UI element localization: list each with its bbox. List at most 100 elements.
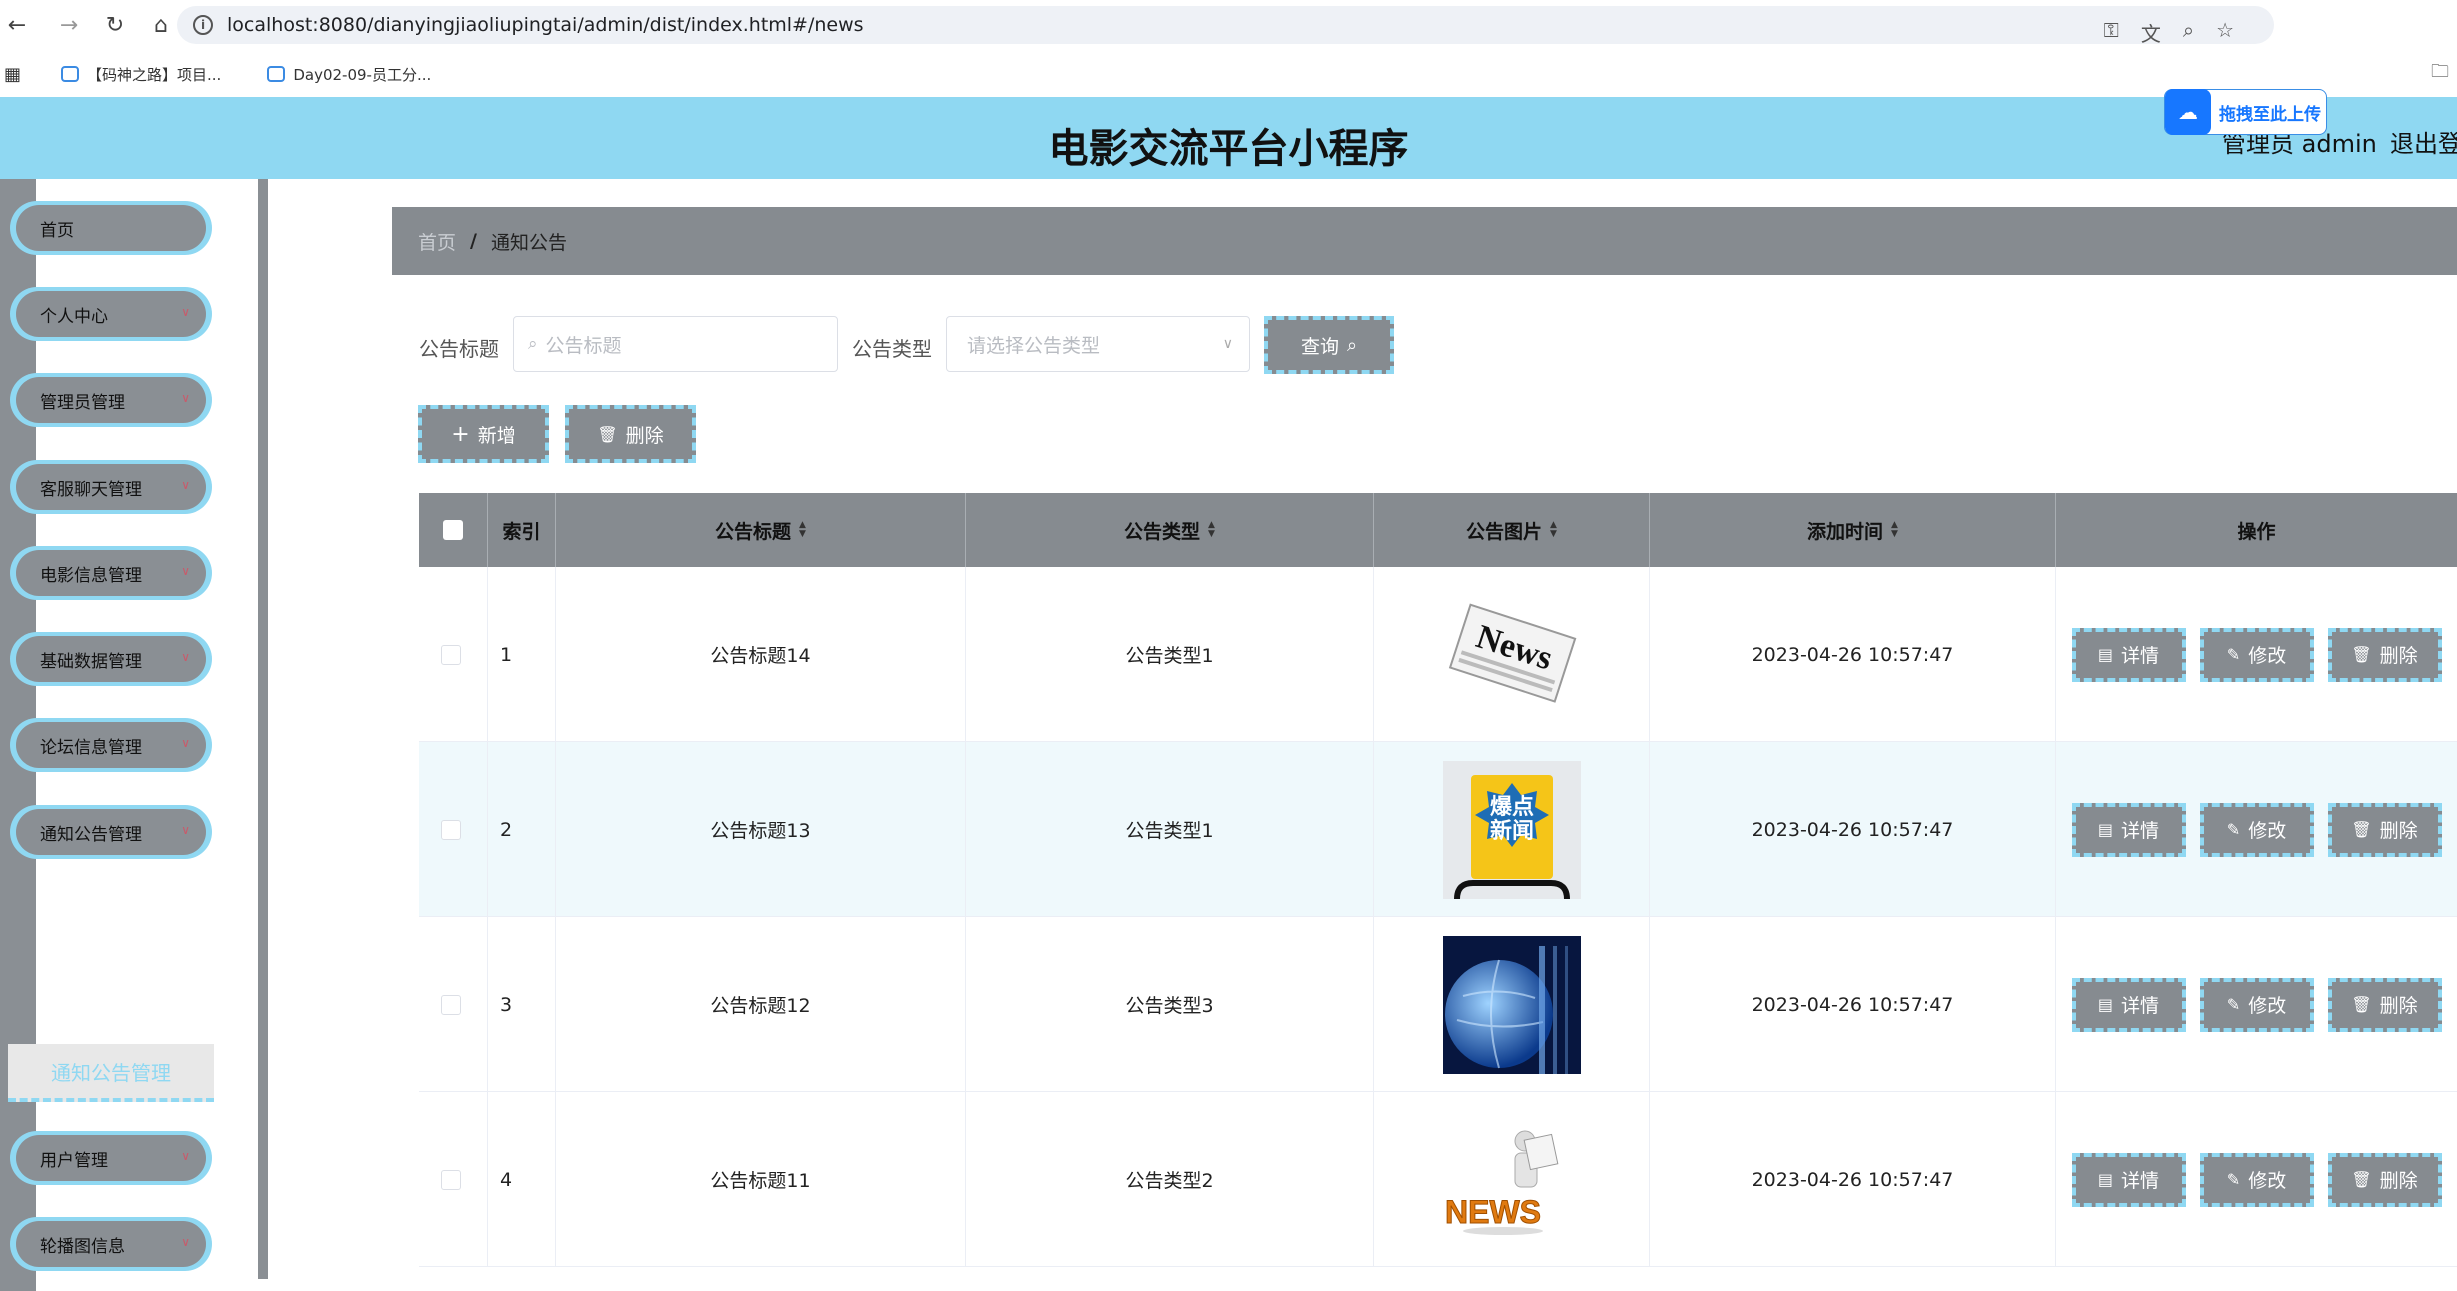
edit-button[interactable]: ✎ 修改 <box>2199 977 2314 1032</box>
sidebar: 首页 个人中心 ∨ 管理员管理 ∨ 客服聊天管理 ∨ 电影信息管理 ∨ 基础数据管理 ∨ … <box>0 179 268 1291</box>
detail-button[interactable]: ▤ 详情 <box>2071 977 2186 1032</box>
forward-icon[interactable]: → <box>52 9 86 43</box>
row-time: 2023-04-26 10:57:47 <box>1650 1092 2056 1267</box>
row-actions: ▤ 详情 ✎ 修改 🗑 删除 <box>2056 1092 2457 1267</box>
row-actions: ▤ 详情 ✎ 修改 🗑 删除 <box>2056 567 2457 742</box>
sidebar-subitem-notices[interactable]: 通知公告管理 <box>8 1044 214 1102</box>
sidebar-item-users[interactable]: 用户管理 ∨ <box>10 1131 212 1185</box>
reload-icon[interactable]: ↻ <box>98 9 132 43</box>
folder-icon[interactable]: 🗀 <box>2431 59 2449 89</box>
bookmark-item[interactable]: Day02-09-员工分... <box>267 64 431 85</box>
chevron-down-icon: ∨ <box>1222 336 1233 352</box>
site-info-icon[interactable]: i <box>193 15 213 35</box>
table-row: 1 公告标题14 公告类型1 News 2023-04-26 10:57:47 … <box>419 567 2457 742</box>
sidebar-item-forum[interactable]: 论坛信息管理 ∨ <box>10 718 212 772</box>
detail-button[interactable]: ▤ 详情 <box>2071 1152 2186 1207</box>
row-type: 公告类型2 <box>966 1092 1374 1267</box>
batch-delete-button[interactable]: 🗑 删除 <box>565 405 696 463</box>
breadcrumb: 首页 / 通知公告 <box>392 207 2457 275</box>
bookmark-star-icon[interactable]: ☆ <box>2216 18 2234 47</box>
bilibili-icon <box>61 66 80 82</box>
table-row: 4 公告标题11 公告类型2 NEWS 2023-04-26 10:57:47 … <box>419 1092 2457 1267</box>
password-key-icon[interactable]: ⚿ <box>2104 18 2119 47</box>
trash-icon: 🗑 <box>2351 995 2372 1014</box>
add-button[interactable]: + 新增 <box>418 405 549 463</box>
apps-grid-icon[interactable]: ▦ <box>4 64 21 85</box>
sidebar-item-chat[interactable]: 客服聊天管理 ∨ <box>10 460 212 514</box>
breadcrumb-current: 通知公告 <box>490 231 567 254</box>
delete-button[interactable]: 🗑 删除 <box>2327 977 2442 1032</box>
sort-icon[interactable]: ▲ ▼ <box>1208 521 1215 539</box>
row-checkbox[interactable] <box>441 819 461 840</box>
sort-icon[interactable]: ▲ ▼ <box>1550 521 1557 539</box>
column-title[interactable]: 公告标题 ▲ ▼ <box>556 493 966 567</box>
query-button[interactable]: 查询 ⌕ <box>1264 316 1394 374</box>
delete-button[interactable]: 🗑 删除 <box>2327 802 2442 857</box>
home-icon[interactable]: ⌂ <box>144 9 178 43</box>
detail-button[interactable]: ▤ 详情 <box>2071 802 2186 857</box>
edit-button[interactable]: ✎ 修改 <box>2199 802 2314 857</box>
sort-icon[interactable]: ▲ ▼ <box>1891 521 1898 539</box>
edit-button[interactable]: ✎ 修改 <box>2199 1152 2314 1207</box>
row-checkbox[interactable] <box>441 644 461 665</box>
column-type[interactable]: 公告类型 ▲ ▼ <box>966 493 1374 567</box>
sidebar-item-home[interactable]: 首页 <box>10 201 212 255</box>
search-icon: ⌕ <box>528 334 538 354</box>
table-row: 3 公告标题12 公告类型3 2023-04-26 10:57:47 ▤ 详情 … <box>419 917 2457 1092</box>
detail-button[interactable]: ▤ 详情 <box>2071 627 2186 682</box>
bilibili-icon <box>267 66 286 82</box>
svg-text:爆点: 爆点 <box>1489 794 1533 820</box>
news-figure-image[interactable]: NEWS <box>1442 1110 1581 1249</box>
row-checkbox[interactable] <box>441 994 461 1015</box>
chevron-down-icon: ∨ <box>181 305 190 319</box>
row-checkbox[interactable] <box>441 1169 461 1190</box>
back-icon[interactable]: ← <box>0 9 34 43</box>
search-icon: ⌕ <box>1346 334 1358 356</box>
column-time[interactable]: 添加时间 ▲ ▼ <box>1650 493 2056 567</box>
sidebar-item-admins[interactable]: 管理员管理 ∨ <box>10 373 212 427</box>
edit-button[interactable]: ✎ 修改 <box>2199 627 2314 682</box>
chevron-down-icon: ∨ <box>181 564 190 578</box>
title-search-input[interactable]: ⌕ 公告标题 <box>513 316 838 372</box>
browser-toolbar: ← → ↻ ⌂ i localhost:8080/dianyingjiaoliu… <box>0 0 2457 51</box>
sort-icon[interactable]: ▲ ▼ <box>799 521 806 539</box>
row-image-cell: 爆点 新闻 <box>1374 742 1650 917</box>
chevron-down-icon: ∨ <box>181 650 190 664</box>
sidebar-scrollbar[interactable] <box>258 179 268 1279</box>
column-image[interactable]: 公告图片 ▲ ▼ <box>1374 493 1650 567</box>
chevron-down-icon: ∨ <box>181 391 190 405</box>
svg-text:NEWS: NEWS <box>1445 1194 1541 1230</box>
globe-broadcast-image[interactable] <box>1442 935 1581 1074</box>
document-icon: ▤ <box>2097 995 2114 1014</box>
plus-icon: + <box>451 421 470 447</box>
zoom-icon[interactable]: ⌕ <box>2183 18 2194 47</box>
sidebar-item-basedata[interactable]: 基础数据管理 ∨ <box>10 632 212 686</box>
column-index: 索引 <box>488 493 556 567</box>
row-title: 公告标题13 <box>556 742 966 917</box>
breadcrumb-home[interactable]: 首页 <box>418 228 456 255</box>
sidebar-item-profile[interactable]: 个人中心 ∨ <box>10 287 212 341</box>
trash-icon: 🗑 <box>2351 820 2372 839</box>
chevron-down-icon: ∨ <box>181 478 190 492</box>
delete-button[interactable]: 🗑 删除 <box>2327 1152 2442 1207</box>
address-bar[interactable]: i localhost:8080/dianyingjiaoliupingtai/… <box>177 6 2274 47</box>
upload-popup[interactable]: ☁ 拖拽至此上传 <box>2164 89 2327 135</box>
app-header <box>0 97 2457 179</box>
logout-link[interactable]: 退出登 <box>2390 124 2457 159</box>
row-index: 2 <box>488 742 556 917</box>
trash-icon: 🗑 <box>2351 645 2372 664</box>
row-time: 2023-04-26 10:57:47 <box>1650 742 2056 917</box>
pencil-icon: ✎ <box>2226 645 2241 664</box>
row-index: 4 <box>488 1092 556 1267</box>
translate-icon[interactable]: 文 <box>2141 18 2161 47</box>
delete-button[interactable]: 🗑 删除 <box>2327 627 2442 682</box>
hot-news-badge-image[interactable]: 爆点 新闻 <box>1442 760 1581 899</box>
news-newspaper-image[interactable]: News <box>1443 586 1581 724</box>
sidebar-item-carousel[interactable]: 轮播图信息 ∨ <box>10 1217 212 1271</box>
sidebar-item-notices[interactable]: 通知公告管理 ∨ <box>10 805 212 859</box>
chevron-down-icon: ∨ <box>181 1235 190 1249</box>
bookmark-item[interactable]: 【码神之路】项目... <box>61 64 221 85</box>
select-all-checkbox[interactable] <box>443 520 463 540</box>
type-select[interactable]: 请选择公告类型 ∨ <box>946 316 1250 372</box>
sidebar-item-movies[interactable]: 电影信息管理 ∨ <box>10 546 212 600</box>
